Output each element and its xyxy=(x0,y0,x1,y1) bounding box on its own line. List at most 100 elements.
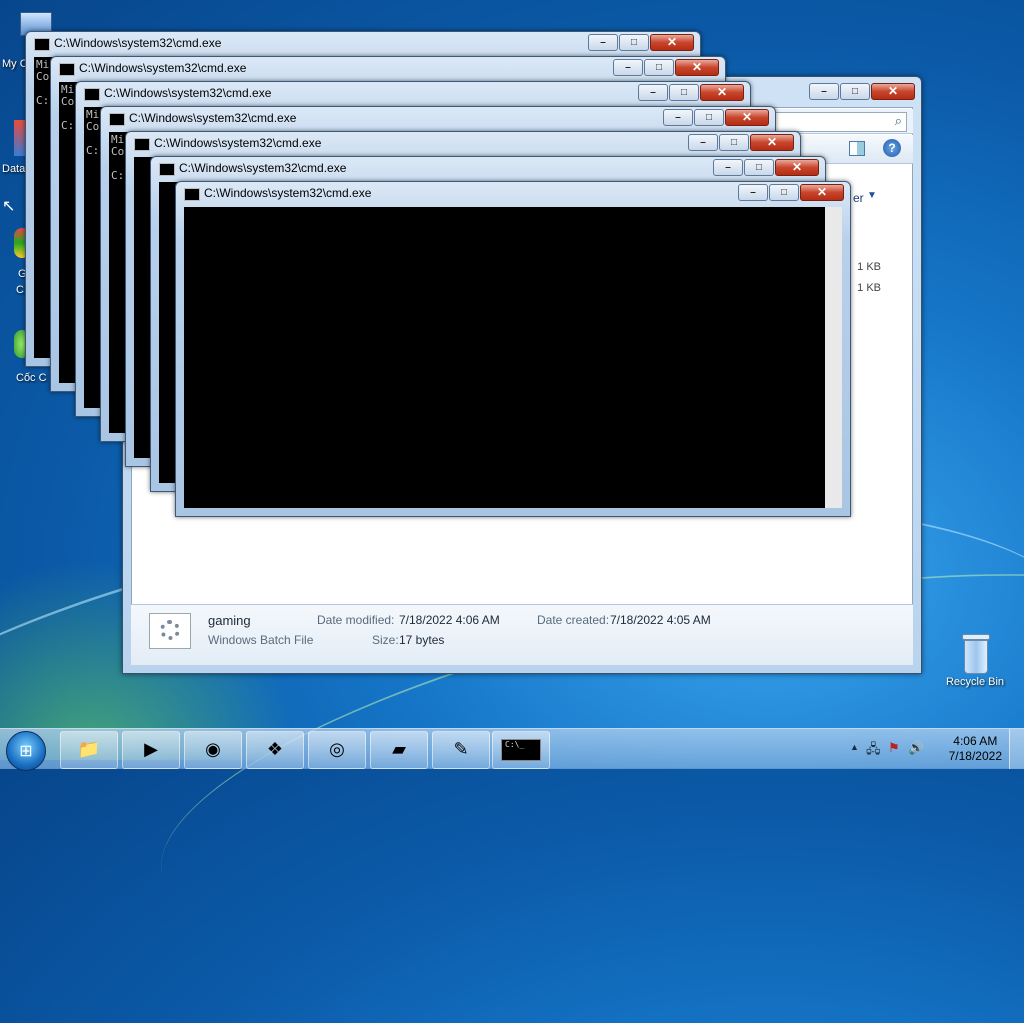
cmd-window[interactable]: C:\Windows\system32\cmd.exe – □ ✕ xyxy=(175,181,851,517)
media-player-taskbar-button[interactable]: ▶ xyxy=(122,731,180,769)
cmd-taskbar-button[interactable]: C:\_ xyxy=(492,731,550,769)
batch-file-gear-icon xyxy=(149,613,191,649)
clock[interactable]: 4:06 AM 7/18/2022 xyxy=(949,734,1002,764)
date-created-value: 7/18/2022 4:05 AM xyxy=(610,613,711,627)
explorer-taskbar-button[interactable]: 📁 xyxy=(60,731,118,769)
notes-taskbar-button[interactable]: ▰ xyxy=(370,731,428,769)
file-type: Windows Batch File xyxy=(208,633,314,647)
action-center-flag-icon[interactable]: ⚑ xyxy=(888,740,900,756)
coccoc-taskbar-button[interactable]: ◎ xyxy=(308,731,366,769)
preview-pane-icon[interactable] xyxy=(849,141,865,156)
console-scrollbar[interactable] xyxy=(825,207,842,508)
help-icon[interactable]: ? xyxy=(883,139,901,157)
maximize-button[interactable]: □ xyxy=(744,159,774,176)
desktop-icon-label: Data xyxy=(2,163,26,175)
chrome-taskbar-button[interactable]: ◉ xyxy=(184,731,242,769)
window-title: C:\Windows\system32\cmd.exe xyxy=(79,61,247,75)
search-icon: ⌕ xyxy=(894,113,902,128)
close-button[interactable]: ✕ xyxy=(725,109,769,126)
explorer-caption-buttons: – □ ✕ xyxy=(808,83,915,100)
close-button[interactable]: ✕ xyxy=(775,159,819,176)
caption-buttons: – □ ✕ xyxy=(587,34,694,51)
close-icon: ✕ xyxy=(691,60,703,74)
windows-taskbar-button[interactable]: ❖ xyxy=(246,731,304,769)
close-button[interactable]: ✕ xyxy=(750,134,794,151)
size-label: Size: xyxy=(372,633,399,647)
tray-overflow-chevron-icon[interactable]: ▲ xyxy=(850,742,859,752)
minimize-button[interactable]: – xyxy=(809,83,839,100)
close-icon: ✕ xyxy=(741,110,753,124)
console-output xyxy=(184,207,842,257)
maximize-icon: □ xyxy=(655,62,663,73)
date-modified-label: Date modified: xyxy=(317,613,395,627)
minimize-button[interactable]: – xyxy=(638,84,668,101)
caption-buttons: – □ ✕ xyxy=(737,184,844,201)
close-button[interactable]: ✕ xyxy=(800,184,844,201)
close-button[interactable]: ✕ xyxy=(675,59,719,76)
minimize-button[interactable]: – xyxy=(738,184,768,201)
details-pane: gaming Windows Batch File Date modified:… xyxy=(131,604,913,665)
minimize-button[interactable]: – xyxy=(713,159,743,176)
desktop-icon-label: My C xyxy=(2,58,28,70)
volume-icon[interactable]: 🔊 xyxy=(908,740,924,756)
notepad-icon: ✎ xyxy=(453,739,469,759)
sticky-notes-icon: ▰ xyxy=(392,739,406,759)
clock-date: 7/18/2022 xyxy=(948,749,1002,763)
maximize-icon: □ xyxy=(680,87,688,98)
desktop-icon-label: C xyxy=(16,284,24,296)
minimize-icon: – xyxy=(750,187,756,198)
date-created-label: Date created: xyxy=(537,613,610,627)
loading-cursor-icon: ↖ xyxy=(2,198,16,215)
maximize-icon: □ xyxy=(755,162,763,173)
minimize-button[interactable]: – xyxy=(688,134,718,151)
minimize-button[interactable]: – xyxy=(663,109,693,126)
network-icon[interactable]: 🖧 xyxy=(866,740,881,762)
console-screen[interactable] xyxy=(184,207,842,508)
close-button[interactable]: ✕ xyxy=(700,84,744,101)
windows-start-icon: ⊞ xyxy=(19,743,33,760)
desktop-icon-label: Cốc C xyxy=(16,372,47,384)
minimize-icon: – xyxy=(600,37,606,48)
minimize-button[interactable]: – xyxy=(588,34,618,51)
size-value: 17 bytes xyxy=(399,633,445,647)
close-icon: ✕ xyxy=(716,85,728,99)
maximize-button[interactable]: □ xyxy=(619,34,649,51)
desktop-icon-recycle-bin[interactable]: Recycle Bin xyxy=(940,630,1010,688)
media-player-icon: ▶ xyxy=(144,739,158,759)
folder-icon: 📁 xyxy=(77,739,101,759)
windows-logo-icon: ❖ xyxy=(266,739,284,759)
cmd-icon xyxy=(84,88,100,101)
maximize-button[interactable]: □ xyxy=(769,184,799,201)
maximize-button[interactable]: □ xyxy=(719,134,749,151)
minimize-button[interactable]: – xyxy=(613,59,643,76)
maximize-button[interactable]: □ xyxy=(644,59,674,76)
system-tray: ▲ 🖧 ⚑ 🔊 4:06 AM 7/18/2022 xyxy=(834,729,1024,769)
close-button[interactable]: ✕ xyxy=(650,34,694,51)
maximize-button[interactable]: □ xyxy=(669,84,699,101)
close-icon: ✕ xyxy=(766,135,778,149)
start-button[interactable]: ⊞ xyxy=(6,731,46,771)
window-title: C:\Windows\system32\cmd.exe xyxy=(104,86,272,100)
maximize-button[interactable]: □ xyxy=(694,109,724,126)
window-title: C:\Windows\system32\cmd.exe xyxy=(179,161,347,175)
minimize-icon: – xyxy=(725,162,731,173)
cmd-icon xyxy=(34,38,50,51)
column-header-fragment[interactable]: er xyxy=(853,191,864,205)
close-icon: ✕ xyxy=(816,185,828,199)
show-desktop-button[interactable] xyxy=(1009,729,1024,769)
file-size-cell: 1 KB xyxy=(857,261,881,273)
file-size-cell: 1 KB xyxy=(857,282,881,294)
chrome-icon: ◉ xyxy=(205,739,221,759)
date-modified-value: 7/18/2022 4:06 AM xyxy=(399,613,500,627)
close-button[interactable]: ✕ xyxy=(871,83,915,100)
caption-buttons: – □ ✕ xyxy=(687,134,794,151)
cmd-icon: C:\_ xyxy=(501,739,541,761)
maximize-icon: □ xyxy=(730,137,738,148)
sort-chevron-down-icon: ▼ xyxy=(867,190,877,201)
clock-time: 4:06 AM xyxy=(953,734,998,748)
notepad-taskbar-button[interactable]: ✎ xyxy=(432,731,490,769)
maximize-button[interactable]: □ xyxy=(840,83,870,100)
window-title: C:\Windows\system32\cmd.exe xyxy=(204,186,372,200)
